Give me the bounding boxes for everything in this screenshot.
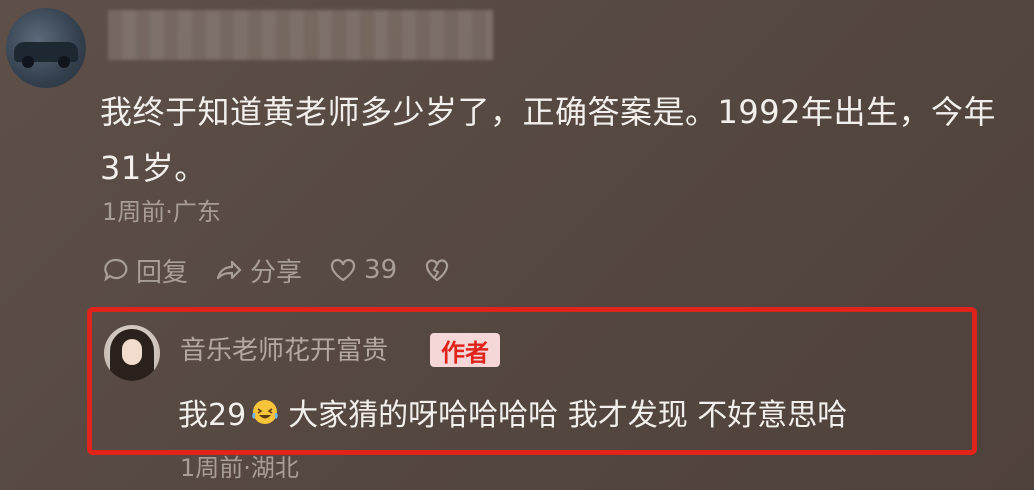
laughing-tears-emoji-icon [252, 400, 278, 424]
reply-author-avatar[interactable] [104, 325, 160, 381]
reply-text: 我29 大家猜的呀哈哈哈哈 我才发现 不好意思哈 [178, 390, 847, 434]
reply-author-name[interactable]: 音乐老师花开富贵 [180, 330, 388, 367]
comment-actions: 回复 分享 39 [102, 250, 483, 290]
commenter-avatar[interactable] [6, 8, 86, 88]
comment-meta: 1周前·广东 [102, 198, 221, 226]
reply-label: 回复 [136, 257, 189, 288]
heart-icon [330, 258, 356, 282]
reply-text-part1: 我29 [178, 398, 247, 433]
share-button[interactable]: 分享 [214, 252, 302, 289]
like-count: 39 [364, 255, 398, 285]
comment-text: 我终于知道黄老师多少岁了，正确答案是。1992年出生，今年31岁。 [100, 93, 996, 187]
dislike-button[interactable] [423, 256, 457, 284]
reply-meta: 1周前·湖北 [180, 454, 299, 482]
reply-text-part2: 大家猜的呀哈哈哈哈 我才发现 不好意思哈 [288, 398, 848, 433]
broken-heart-icon [426, 259, 449, 282]
reply-button[interactable]: 回复 [102, 252, 188, 289]
commenter-name-blurred[interactable] [108, 10, 493, 60]
share-label: 分享 [250, 257, 303, 288]
author-badge: 作者 [430, 333, 500, 367]
share-arrow-icon [216, 260, 242, 280]
reply-bubble-icon [104, 258, 128, 282]
like-button[interactable]: 39 [328, 255, 397, 285]
